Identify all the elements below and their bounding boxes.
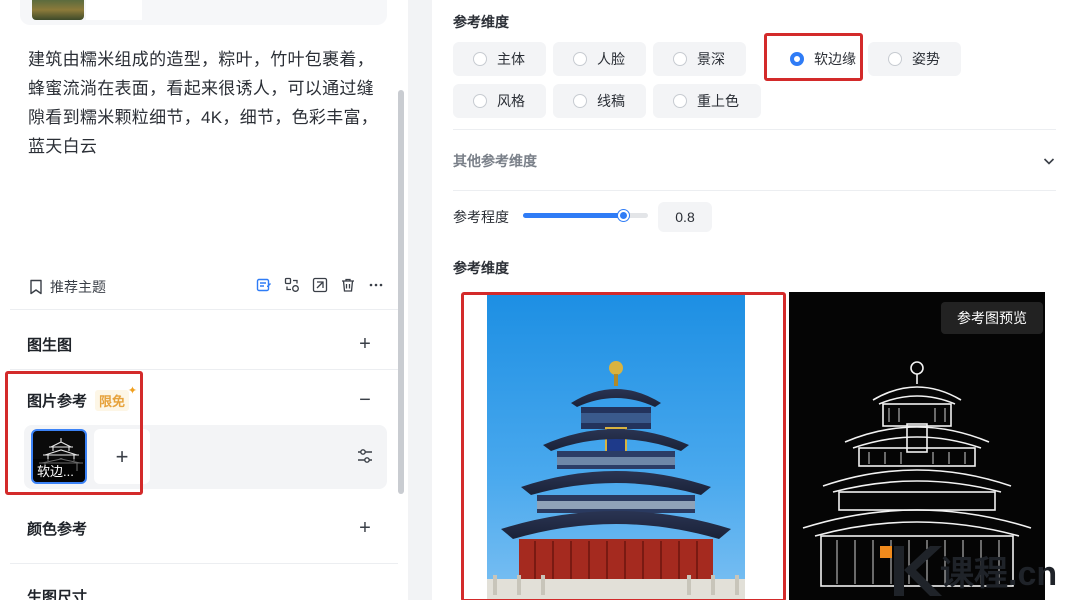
divider [453,129,1056,130]
trash-icon[interactable] [340,277,356,293]
color-ref-expand-button[interactable]: + [357,518,373,538]
temple-of-heaven-image [487,361,745,600]
color-ref-title: 颜色参考 [27,520,88,538]
option-subject[interactable]: 主体 [453,42,546,76]
other-dimension-label: 其他参考维度 [453,153,537,169]
chevron-down-icon[interactable] [1042,154,1056,168]
prompt-tool-icons [256,277,384,293]
option-style[interactable]: 风格 [453,84,546,118]
image-ref-collapse-button[interactable]: − [357,390,373,410]
option-pose-label: 姿势 [912,51,940,67]
edit-note-icon[interactable] [256,277,272,293]
radio-depth[interactable] [673,52,687,66]
radio-soft-edge-selected[interactable] [790,52,804,66]
option-recolor-label: 重上色 [697,93,739,109]
dimension-label: 参考维度 [453,14,509,30]
radio-face[interactable] [573,52,587,66]
divider [10,369,398,370]
strength-slider-fill [523,213,623,218]
recommend-theme-button[interactable]: 推荐主题 [28,277,106,297]
sparkle-icon: ✦ [127,384,138,397]
size-title: 生图尺寸 [27,588,88,600]
left-panel: 建筑由糯米组成的造型，粽叶，竹叶包裹着，蜂蜜流淌在表面，看起来很诱人，可以通过缝… [0,0,408,600]
more-icon[interactable] [368,277,384,293]
option-lineart-label: 线稿 [597,93,625,109]
option-subject-label: 主体 [497,51,525,67]
img2img-title: 图生图 [27,336,73,354]
option-soft-edge[interactable]: 软边缘 [770,42,859,76]
img2img-expand-button[interactable]: + [357,334,373,354]
option-pose[interactable]: 姿势 [868,42,961,76]
image-ref-title-group: 图片参考 限免 ✦ [27,385,137,411]
radio-lineart[interactable] [573,94,587,108]
radio-style[interactable] [473,94,487,108]
strength-value-input[interactable]: 0.8 [658,202,712,232]
expand-icon[interactable] [312,277,328,293]
option-depth[interactable]: 景深 [653,42,746,76]
option-face[interactable]: 人脸 [553,42,646,76]
recommend-theme-label: 推荐主题 [50,279,106,295]
option-recolor[interactable]: 重上色 [653,84,761,118]
image-ref-section-header[interactable]: 图片参考 限免 ✦ − [27,385,373,412]
radio-subject[interactable] [473,52,487,66]
divider [10,563,398,564]
option-style-label: 风格 [497,93,525,109]
size-section-header[interactable]: 生图尺寸 [27,584,373,600]
swap-icon[interactable] [284,277,300,293]
free-badge-label: 限免 [99,393,126,409]
radio-pose[interactable] [888,52,902,66]
previous-image-thumbnail-2[interactable] [86,0,142,20]
reference-image-original[interactable] [487,295,745,600]
prompt-toolbar: 推荐主题 [28,277,390,299]
watermark-logo: 课程.cn [878,540,1077,600]
divider [10,309,398,310]
option-face-label: 人脸 [597,51,625,67]
adjust-sliders-icon[interactable] [356,447,374,465]
free-badge: 限免 ✦ [95,385,137,411]
reference-preview-button[interactable]: 参考图预览 [941,302,1043,334]
radio-recolor[interactable] [673,94,687,108]
dimension-label-2: 参考维度 [453,260,509,276]
reference-image-thumbnail[interactable]: 软边... [31,429,87,484]
strength-slider[interactable] [523,210,648,221]
bookmark-icon [30,279,42,295]
option-lineart[interactable]: 线稿 [553,84,646,118]
option-depth-label: 景深 [697,51,725,67]
strength-slider-handle[interactable] [618,210,629,221]
image-ref-title: 图片参考 [27,392,88,410]
color-ref-section-header[interactable]: 颜色参考 + [27,516,373,540]
scrollbar[interactable] [398,90,404,494]
add-reference-image-button[interactable]: + [94,429,150,484]
watermark-text: 课程.cn [940,555,1058,593]
option-soft-edge-label: 软边缘 [814,51,856,67]
prompt-text[interactable]: 建筑由糯米组成的造型，粽叶，竹叶包裹着，蜂蜜流淌在表面，看起来很诱人，可以通过缝… [28,45,388,161]
strength-label: 参考程度 [453,209,509,225]
divider [453,190,1056,191]
other-dimension-dropdown[interactable]: 其他参考维度 [453,150,1056,172]
img2img-section-header[interactable]: 图生图 + [27,332,373,356]
previous-image-thumbnail[interactable] [32,0,84,20]
reference-thumb-label: 软边... [33,459,85,482]
